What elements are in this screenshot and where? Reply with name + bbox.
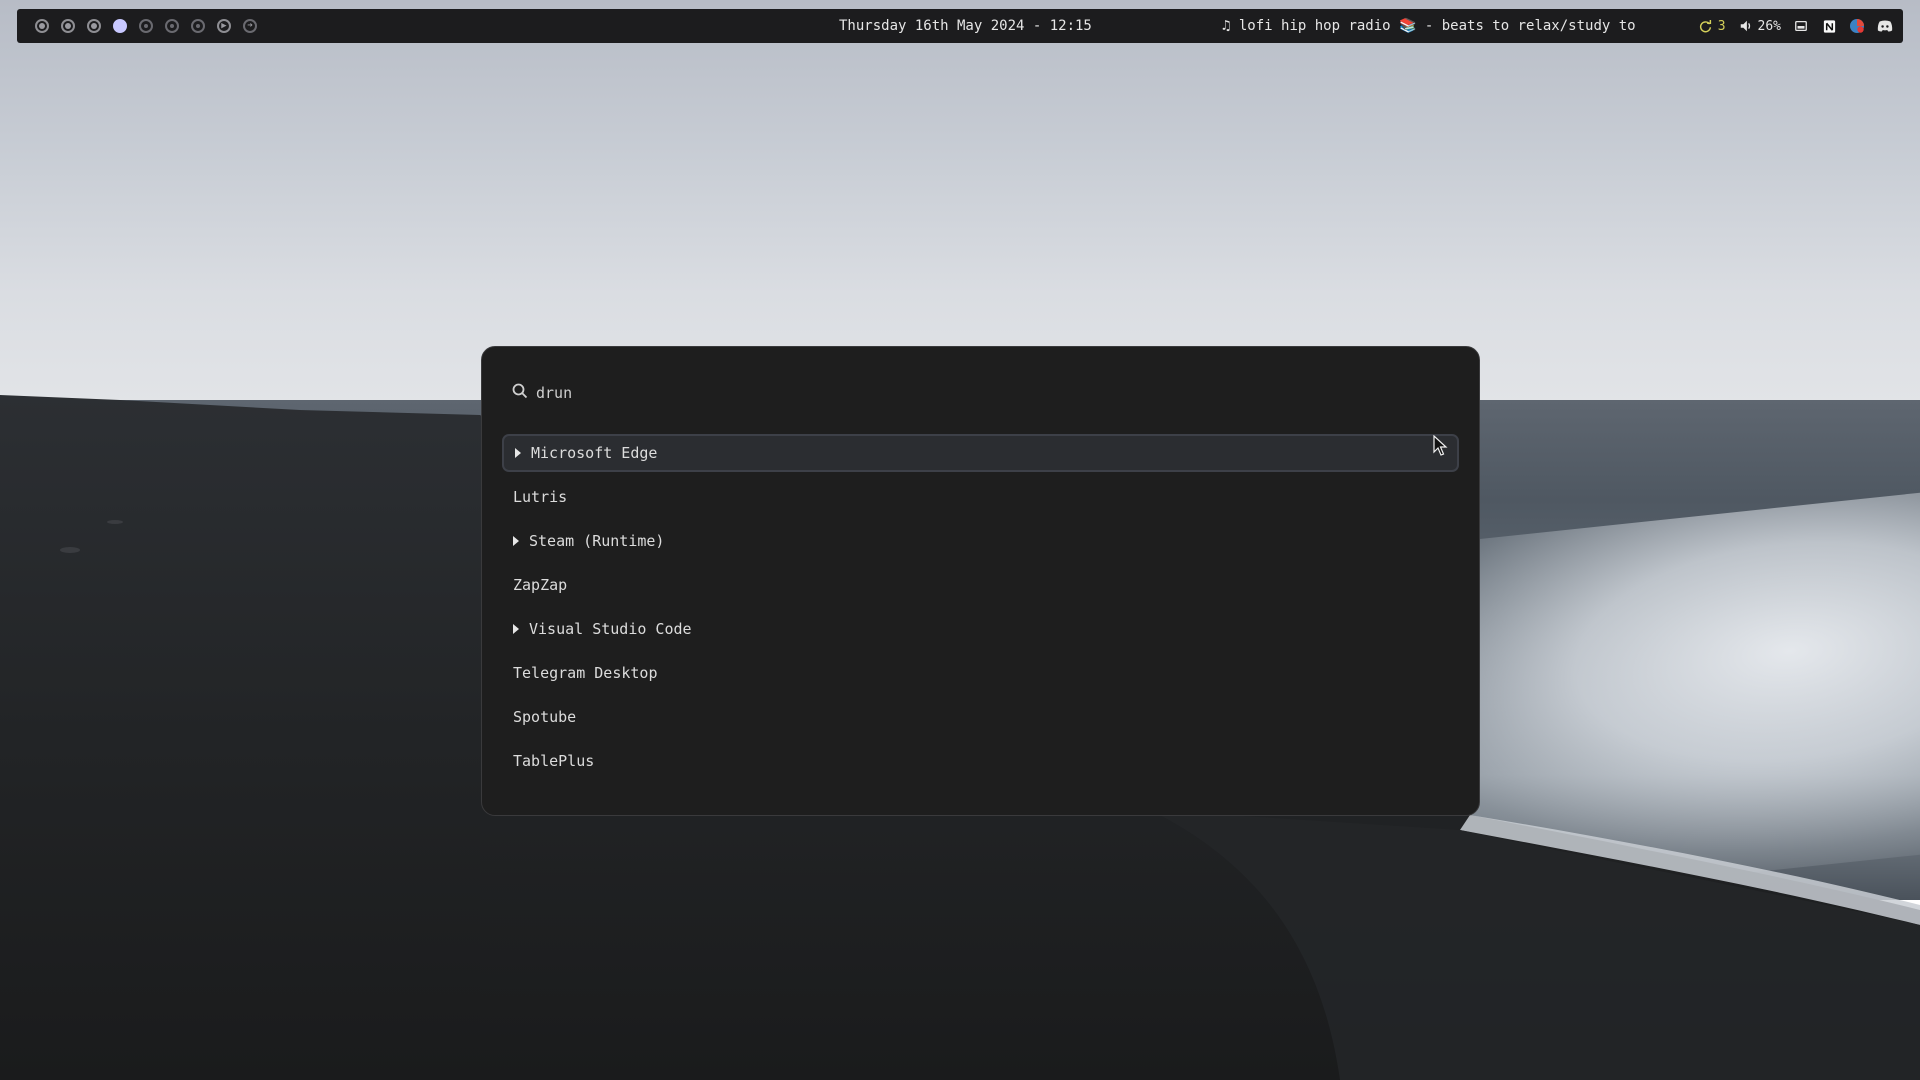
caret-right-icon bbox=[513, 624, 519, 634]
results-list: Microsoft Edge Lutris Steam (Runtime) Za… bbox=[502, 434, 1459, 786]
media-player-widget[interactable]: ♫ lofi hip hop radio 📚 - beats to relax/… bbox=[1222, 9, 1636, 43]
workspace-5-button[interactable] bbox=[139, 19, 153, 33]
result-label: ZapZap bbox=[513, 576, 568, 594]
result-zapzap[interactable]: ZapZap bbox=[502, 566, 1459, 604]
browser-icon[interactable] bbox=[1849, 18, 1865, 34]
app-launcher: drun Microsoft Edge Lutris Steam (Runtim… bbox=[481, 346, 1480, 816]
refresh-icon bbox=[1698, 18, 1714, 34]
workspace-3-button[interactable] bbox=[87, 19, 101, 33]
discord-icon[interactable] bbox=[1877, 18, 1893, 34]
updates-widget[interactable]: 3 bbox=[1698, 18, 1726, 34]
workspace-4-button[interactable] bbox=[113, 19, 127, 33]
result-lutris[interactable]: Lutris bbox=[502, 478, 1459, 516]
result-microsoft-edge[interactable]: Microsoft Edge bbox=[502, 434, 1459, 472]
result-label: Steam (Runtime) bbox=[529, 532, 665, 550]
arrow-right-outline-icon: ➜ bbox=[247, 20, 253, 31]
result-spotube[interactable]: Spotube bbox=[502, 698, 1459, 736]
clock[interactable]: Thursday 16th May 2024 - 12:15 bbox=[839, 9, 1092, 43]
volume-widget[interactable]: 26% bbox=[1738, 18, 1781, 34]
workspace-6-button[interactable] bbox=[165, 19, 179, 33]
result-telegram-desktop[interactable]: Telegram Desktop bbox=[502, 654, 1459, 692]
workspace-1-button[interactable] bbox=[35, 19, 49, 33]
notion-icon[interactable] bbox=[1821, 18, 1837, 34]
result-label: Microsoft Edge bbox=[531, 444, 658, 462]
result-label: Spotube bbox=[513, 708, 577, 726]
launcher-search[interactable]: drun bbox=[512, 383, 572, 403]
workspace-2-button[interactable] bbox=[61, 19, 75, 33]
result-label: TablePlus bbox=[513, 752, 595, 770]
top-bar: ▶ ➜ Thursday 16th May 2024 - 12:15 ♫ lof… bbox=[17, 9, 1903, 43]
media-title: lofi hip hop radio 📚 - beats to relax/st… bbox=[1238, 18, 1636, 34]
workspace-7-button[interactable] bbox=[191, 19, 205, 33]
result-label: Lutris bbox=[513, 488, 568, 506]
result-visual-studio-code[interactable]: Visual Studio Code bbox=[502, 610, 1459, 648]
result-steam-runtime[interactable]: Steam (Runtime) bbox=[502, 522, 1459, 560]
volume-icon bbox=[1738, 18, 1754, 34]
result-label: Visual Studio Code bbox=[529, 620, 692, 638]
workspace-switcher: ▶ ➜ bbox=[35, 9, 269, 43]
screenshot-icon[interactable] bbox=[1793, 18, 1809, 34]
caret-right-icon bbox=[513, 536, 519, 546]
updates-count: 3 bbox=[1717, 18, 1726, 34]
search-icon bbox=[512, 383, 528, 403]
workspace-8-button[interactable]: ▶ bbox=[217, 19, 231, 33]
caret-right-icon bbox=[515, 448, 521, 458]
workspace-9-button[interactable]: ➜ bbox=[243, 19, 257, 33]
volume-level: 26% bbox=[1757, 18, 1781, 34]
search-input[interactable]: drun bbox=[536, 384, 572, 402]
result-tableplus[interactable]: TablePlus bbox=[502, 742, 1459, 780]
system-tray: 3 26% bbox=[1698, 9, 1893, 43]
music-note-icon: ♫ bbox=[1222, 18, 1231, 34]
mouse-cursor-icon bbox=[1433, 434, 1449, 461]
arrow-right-icon: ▶ bbox=[221, 20, 227, 31]
result-label: Telegram Desktop bbox=[513, 664, 658, 682]
